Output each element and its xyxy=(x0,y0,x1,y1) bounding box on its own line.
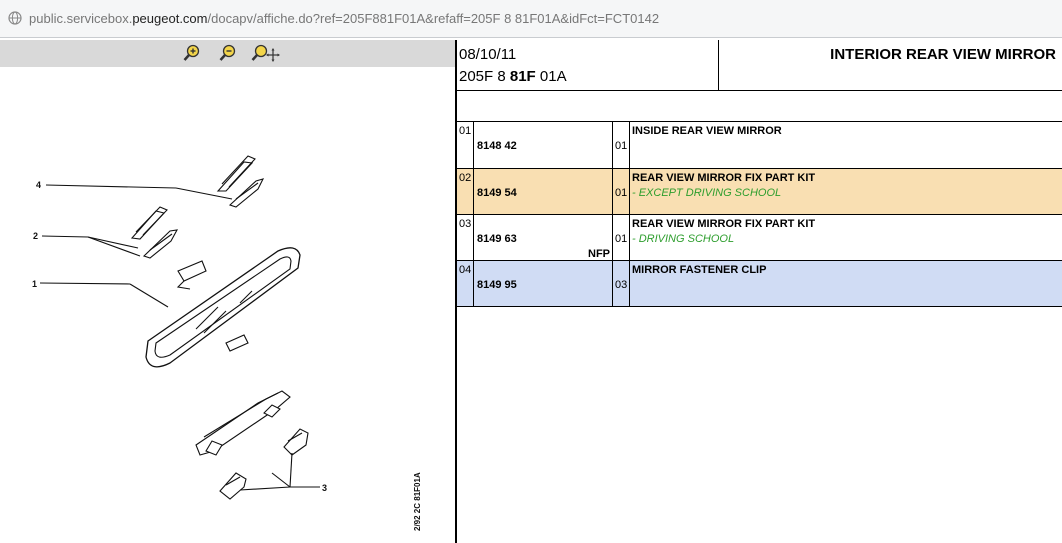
quantity: 03 xyxy=(615,278,628,291)
blank-row xyxy=(457,91,1062,122)
part-description: REAR VIEW MIRROR FIX PART KIT xyxy=(632,217,816,230)
part-number[interactable]: 8149 54 xyxy=(477,187,517,199)
page-title: INTERIOR REAR VIEW MIRROR xyxy=(830,46,1056,63)
parts-header: 08/10/11 205F 8 81F 01A INTERIOR REAR VI… xyxy=(457,40,1062,91)
part-number[interactable]: 8148 42 xyxy=(477,140,517,152)
position-number: 01 xyxy=(459,125,472,137)
callout-2: 2 xyxy=(33,231,38,241)
part-number[interactable]: 8149 63 xyxy=(477,233,517,245)
callout-3: 3 xyxy=(322,483,327,493)
url-domain: peugeot.com xyxy=(132,11,208,26)
url-suffix: /docapv/affiche.do?ref=205F881F01A&refaf… xyxy=(207,11,660,26)
part-flag: NFP xyxy=(588,247,610,260)
header-date: 08/10/11 xyxy=(459,46,517,63)
table-row[interactable]: 03 8149 63 NFP 01 REAR VIEW MIRROR FIX PA… xyxy=(457,214,1062,261)
zoom-pan-icon[interactable] xyxy=(251,44,281,62)
table-row[interactable]: 01 8148 42 01 INSIDE REAR VIEW MIRROR xyxy=(457,122,1062,169)
ref-suffix: 01A xyxy=(535,68,567,85)
parts-panel: 08/10/11 205F 8 81F 01A INTERIOR REAR VI… xyxy=(457,40,1062,543)
part-note: - EXCEPT DRIVING SCHOOL xyxy=(632,186,782,199)
part-description: REAR VIEW MIRROR FIX PART KIT xyxy=(632,171,816,184)
part-note: - DRIVING SCHOOL xyxy=(632,232,735,245)
address-bar[interactable]: public.servicebox.peugeot.com/docapv/aff… xyxy=(0,0,1062,38)
exploded-parts-diagram: 4 2 1 3 2/92 2C 81F01A xyxy=(32,155,422,531)
table-row[interactable]: 04 8149 95 03 MIRROR FASTENER CLIP xyxy=(457,260,1062,307)
quantity: 01 xyxy=(615,186,628,199)
quantity: 01 xyxy=(615,140,628,152)
position-number: 04 xyxy=(459,263,472,276)
part-description: MIRROR FASTENER CLIP xyxy=(632,263,767,276)
globe-icon xyxy=(8,11,22,25)
ref-prefix: 205F 8 xyxy=(459,68,510,85)
position-number: 02 xyxy=(459,171,472,184)
diagram-panel: 4 2 1 3 2/92 2C 81F01A xyxy=(0,40,455,543)
url-prefix: public.servicebox. xyxy=(29,11,133,26)
diagram-stamp: 2/92 2C 81F01A xyxy=(413,472,422,531)
zoom-toolbar xyxy=(0,40,455,67)
url-text[interactable]: public.servicebox.peugeot.com/docapv/aff… xyxy=(29,11,659,26)
part-description: INSIDE REAR VIEW MIRROR xyxy=(632,125,782,137)
zoom-in-icon[interactable] xyxy=(183,44,201,62)
zoom-out-icon[interactable] xyxy=(219,44,237,62)
table-row[interactable]: 02 8149 54 01 REAR VIEW MIRROR FIX PART … xyxy=(457,168,1062,215)
parts-table: 01 8148 42 01 INSIDE REAR VIEW MIRROR 02… xyxy=(457,122,1062,307)
header-reference: 205F 8 81F 01A xyxy=(459,68,567,85)
callout-1: 1 xyxy=(32,279,37,289)
part-number[interactable]: 8149 95 xyxy=(477,279,517,291)
ref-bold: 81F xyxy=(509,68,536,85)
quantity: 01 xyxy=(615,232,628,245)
position-number: 03 xyxy=(459,217,472,230)
header-divider xyxy=(718,40,719,90)
callout-4: 4 xyxy=(36,180,41,190)
